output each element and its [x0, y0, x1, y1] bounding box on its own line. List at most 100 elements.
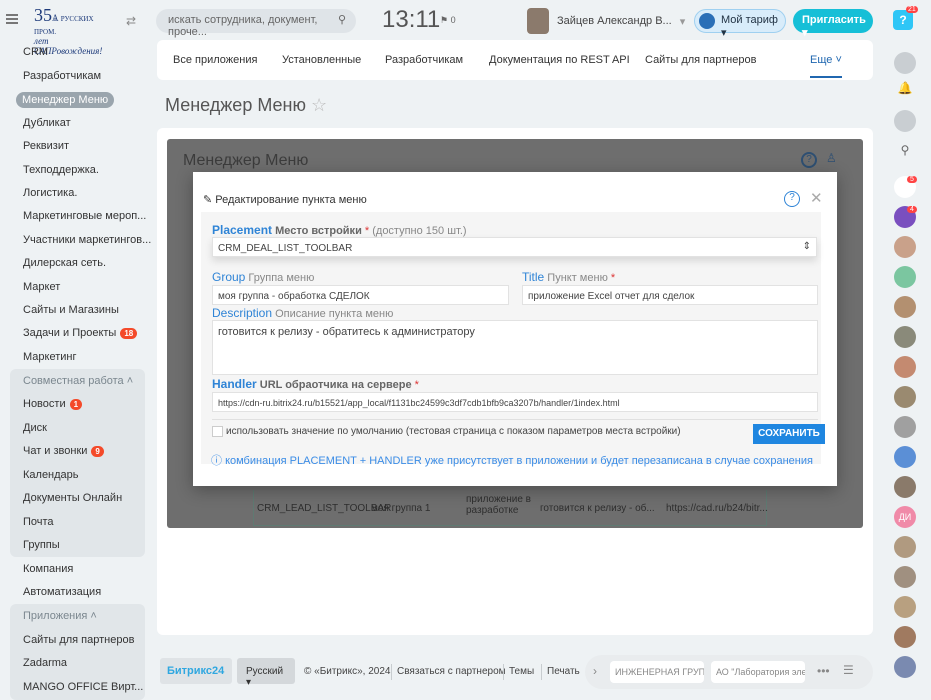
sidebar-item[interactable]: Дилерская сеть.	[23, 257, 106, 269]
group-header[interactable]: Приложения ˄	[23, 610, 97, 622]
logo[interactable]: 35Ѧ РУССКИХ ПРОМ. лет САПРовождения!	[34, 5, 114, 56]
sidebar-item[interactable]: Техподдержка.	[23, 164, 99, 176]
avatar[interactable]	[894, 536, 916, 558]
sidebar-item[interactable]: Компания	[23, 563, 73, 575]
task-item[interactable]: АО "Лаборатория эле...	[711, 661, 805, 683]
more-icon[interactable]: •••	[817, 664, 830, 678]
sidebar-item[interactable]: Разработчикам	[23, 70, 101, 82]
avatar[interactable]	[894, 626, 916, 648]
table-row[interactable]: CRM_LEAD_LIST_TOOLBAR моя группа 1 прило…	[253, 490, 768, 526]
invite-label: Пригласить	[802, 14, 866, 26]
cell: https://cad.ru/b24/bitr...	[666, 503, 768, 514]
swap-icon[interactable]: ⇄	[126, 14, 136, 28]
chat-icon[interactable]	[894, 110, 916, 132]
language-select[interactable]: Русский ▾	[237, 658, 295, 688]
document-icon[interactable]	[894, 446, 916, 468]
placement-select[interactable]: CRM_DEAL_LIST_TOOLBAR ⇕	[212, 237, 817, 257]
star-icon[interactable]: ☆	[311, 95, 327, 115]
bell-icon[interactable]: 🔔	[894, 81, 916, 103]
group-label: Group Группа меню	[212, 270, 314, 284]
sidebar-item[interactable]: Диск	[23, 422, 47, 434]
sidebar-item-active[interactable]: Менеджер Меню	[16, 92, 115, 108]
partner-link[interactable]: Связаться с партнером	[397, 666, 506, 677]
sidebar-item[interactable]: Почта	[23, 516, 54, 528]
list-icon[interactable]: ☰	[843, 663, 854, 677]
info-text: комбинация PLACEMENT + HANDLER уже прису…	[225, 455, 813, 467]
avatar[interactable]	[894, 416, 916, 438]
chevron-right-icon[interactable]: ›	[593, 664, 597, 678]
settings-icon[interactable]	[894, 52, 916, 74]
avatar[interactable]	[894, 356, 916, 378]
avatar[interactable]	[894, 326, 916, 348]
sidebar-item[interactable]: Календарь	[23, 469, 79, 481]
tariff-button[interactable]: Мой тариф ▾	[694, 9, 786, 39]
sidebar-item[interactable]: Маркетинговые мероп...	[23, 210, 146, 222]
tab-more[interactable]: Еще ˅	[810, 54, 842, 78]
invite-button[interactable]: Пригласить ▾	[793, 9, 873, 39]
tab[interactable]: Все приложения	[173, 54, 257, 66]
themes-link[interactable]: Темы	[509, 666, 534, 677]
default-checkbox[interactable]	[212, 426, 223, 437]
group-input[interactable]: моя группа - обработка СДЕЛОК	[212, 285, 509, 305]
badge: 4	[907, 206, 917, 213]
sidebar-item[interactable]: Группы	[23, 539, 60, 551]
search-input[interactable]: искать сотрудника, документ, проче... ⚲	[156, 9, 356, 38]
avatar-initials[interactable]: ДИ	[894, 506, 916, 528]
help-icon[interactable]: ?	[801, 152, 817, 168]
avatar[interactable]	[894, 656, 916, 678]
cell: готовится к релизу - об...	[540, 503, 655, 514]
sidebar-item-chat[interactable]: Чат и звонки 9	[23, 445, 104, 457]
avatar[interactable]	[894, 596, 916, 618]
label: Чат и звонки	[23, 445, 88, 457]
avatar[interactable]	[894, 476, 916, 498]
sidebar-item[interactable]: Маркет	[23, 281, 60, 293]
avatar[interactable]	[894, 566, 916, 588]
sidebar-item-tasks[interactable]: Задачи и Проекты 18	[23, 327, 138, 339]
app-icon[interactable]: ♙	[826, 151, 837, 165]
search-icon[interactable]: ⚲	[894, 143, 916, 165]
avatar[interactable]	[894, 236, 916, 258]
bitrix-logo[interactable]: Битрикс24	[160, 658, 232, 684]
handler-label: Handler URL обраотчика на сервере *	[212, 377, 419, 391]
task-item[interactable]: ИНЖЕНЕРНАЯ ГРУПП...	[610, 661, 704, 683]
label: Задачи и Проекты	[23, 327, 117, 339]
sidebar-item[interactable]: Маркетинг	[23, 351, 76, 363]
sidebar-item[interactable]: Сайты для партнеров	[23, 634, 134, 646]
help-icon[interactable]: ?	[784, 191, 800, 207]
counter: 9	[91, 446, 104, 457]
avatar[interactable]	[894, 266, 916, 288]
tariff-icon	[699, 13, 715, 29]
label: Русский	[246, 666, 284, 677]
sidebar-item[interactable]: Сайты и Магазины	[23, 304, 119, 316]
tab[interactable]: Документация по REST API	[489, 54, 630, 66]
avatar[interactable]	[894, 296, 916, 318]
sidebar-item[interactable]: Участники маркетингов...	[23, 234, 151, 246]
description-textarea[interactable]: готовится к релизу - обратитесь к админи…	[212, 320, 818, 375]
sidebar-item[interactable]: Дубликат	[23, 117, 71, 129]
print-link[interactable]: Печать	[547, 666, 580, 677]
help-button[interactable]: ?	[893, 10, 913, 30]
avatar[interactable]	[894, 386, 916, 408]
tab[interactable]: Установленные	[282, 54, 361, 66]
sidebar-item[interactable]: Реквизит	[23, 140, 69, 152]
menu-icon[interactable]	[6, 14, 18, 24]
en: Title	[522, 270, 545, 284]
user-menu[interactable]: Зайцев Александр В... ▾	[527, 8, 685, 34]
group-header[interactable]: Совместная работа ˄	[23, 375, 133, 387]
close-icon[interactable]: ✕	[810, 189, 823, 207]
user-name: Зайцев Александр В...	[557, 15, 672, 27]
sidebar-item[interactable]: Логистика.	[23, 187, 77, 199]
sidebar-item[interactable]: CRM	[23, 46, 48, 58]
sidebar-item[interactable]: Документы Онлайн	[23, 492, 122, 504]
title-input[interactable]: приложение Excel отчет для сделок	[522, 285, 818, 305]
sidebar-item[interactable]: MANGO OFFICE Вирт...	[23, 681, 143, 693]
sidebar-item[interactable]: Zadarma	[23, 657, 67, 669]
tab[interactable]: Сайты для партнеров	[645, 54, 756, 66]
flag-counter[interactable]: ⚑ 0	[440, 15, 456, 26]
handler-input[interactable]: https://cdn-ru.bitrix24.ru/b15521/app_lo…	[212, 392, 818, 412]
save-button[interactable]: СОХРАНИТЬ	[753, 424, 825, 444]
tab[interactable]: Разработчикам	[385, 54, 463, 66]
footer-divider	[391, 664, 392, 680]
sidebar-item-news[interactable]: Новости 1	[23, 398, 83, 410]
sidebar-item[interactable]: Автоматизация	[23, 586, 101, 598]
